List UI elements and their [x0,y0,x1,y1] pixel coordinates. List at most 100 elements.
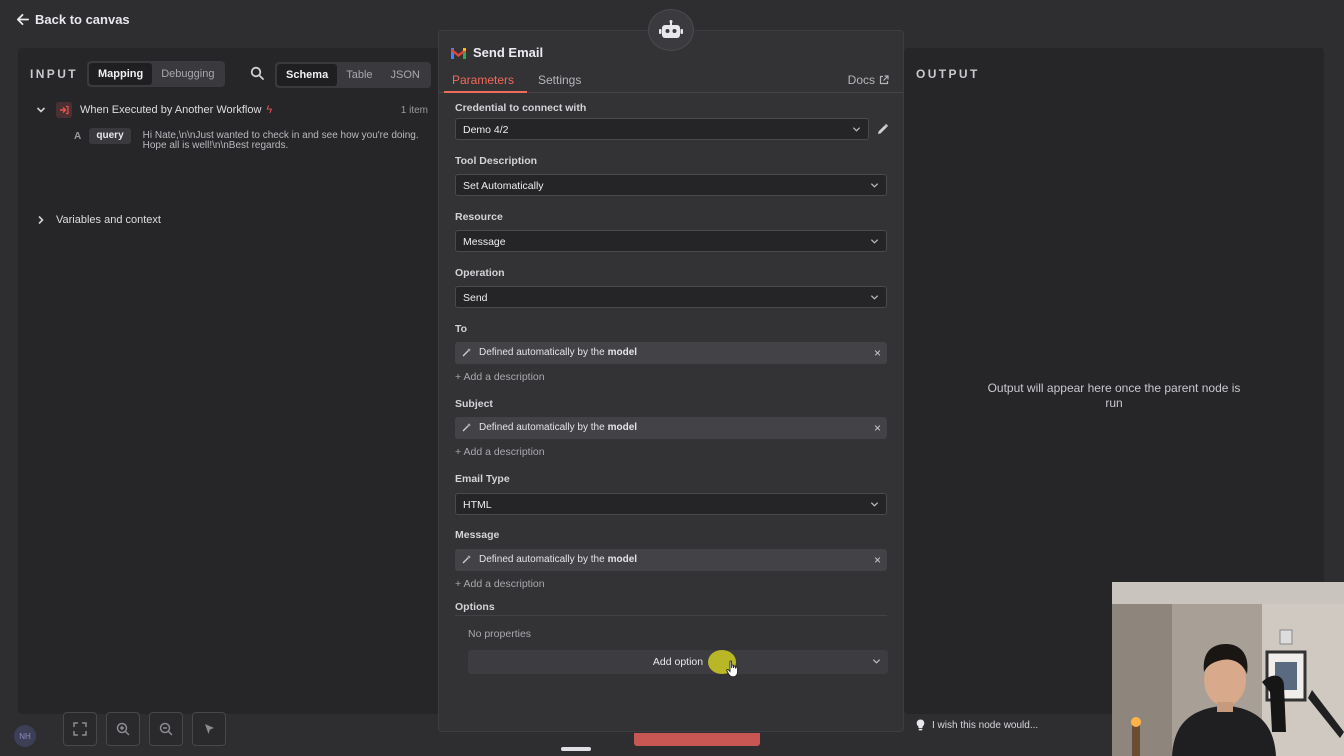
message-auto-bold: model [607,554,638,565]
chevron-down-icon [870,502,879,507]
chevron-down-icon [870,183,879,188]
credential-label: Credential to connect with [455,102,587,114]
subject-add-description[interactable]: + Add a description [455,446,545,458]
item-count: 1 item [400,104,428,116]
input-header: INPUT Mapping Debugging [30,61,226,87]
subject-auto-bold: model [607,422,638,433]
feedback-label: I wish this node would... [932,719,1039,731]
tab-settings[interactable]: Settings [538,73,581,87]
email-type-label: Email Type [455,473,510,485]
tool-description-value: Set Automatically [463,180,544,192]
input-title: INPUT [30,67,78,81]
close-icon[interactable]: × [874,421,881,435]
credential-value: Demo 4/2 [463,124,509,136]
tab-parameters[interactable]: Parameters [452,73,514,87]
search-icon[interactable] [250,66,264,80]
external-link-icon [879,75,889,85]
resize-handle[interactable] [561,747,591,751]
lightbulb-icon [916,719,925,731]
fit-view-button[interactable] [63,712,97,746]
operation-label: Operation [455,267,505,279]
resource-label: Resource [455,211,503,223]
credential-select[interactable]: Demo 4/2 [455,118,869,140]
zoom-out-button[interactable] [149,712,183,746]
node-parameters-panel: Send Email Parameters Settings Docs Cred… [438,30,904,732]
to-label: To [455,323,468,335]
back-to-canvas-button[interactable]: Back to canvas [16,12,130,27]
tidy-up-button[interactable] [192,712,226,746]
active-tab-indicator [444,91,527,93]
gmail-icon [451,47,466,59]
app-window: Back to canvas INPUT Mapping Debugging S… [0,0,1344,756]
operation-select[interactable]: Send [455,286,887,308]
subject-auto-field[interactable]: Defined automatically by the model × [455,417,887,439]
schema-tab[interactable]: Schema [277,64,338,86]
view-toggle: Schema Table JSON [275,62,431,88]
to-auto-text: Defined automatically by the [479,347,605,358]
message-auto-field[interactable]: Defined automatically by the model × [455,549,887,571]
input-panel: INPUT Mapping Debugging Schema Table JSO… [18,48,440,714]
sparkle-icon [462,348,471,357]
output-title: OUTPUT [916,67,980,81]
execute-workflow-icon [56,102,72,118]
message-label: Message [455,529,500,541]
subject-auto-text: Defined automatically by the [479,422,605,433]
to-auto-field[interactable]: Defined automatically by the model × [455,342,887,364]
close-icon[interactable]: × [874,553,881,567]
presenter-video [1112,582,1344,756]
arrow-left-icon [16,13,29,26]
variables-and-context-row[interactable]: Variables and context [36,214,161,226]
chevron-down-icon [872,659,881,664]
query-key[interactable]: query [89,128,131,144]
node-tabs: Parameters Settings [439,71,903,93]
lightning-icon: ϟ [266,104,273,116]
variables-label: Variables and context [56,214,161,226]
ai-agent-robot-icon [648,9,694,51]
add-option-button[interactable]: Add option [468,650,888,678]
query-value: Hi Nate,\n\nJust wanted to check in and … [142,130,419,151]
to-add-description[interactable]: + Add a description [455,371,545,383]
execute-button[interactable] [634,733,760,746]
brush-icon [205,724,214,734]
string-type-icon: A [74,131,82,142]
feedback-link[interactable]: I wish this node would... [916,719,1038,731]
edit-credential-icon[interactable] [876,123,889,136]
no-properties-text: No properties [468,628,532,640]
node-title-text: Send Email [473,45,544,60]
hand-cursor-icon [726,660,738,678]
debugging-tab[interactable]: Debugging [152,63,223,85]
table-tab[interactable]: Table [337,64,381,86]
docs-link[interactable]: Docs [848,73,889,87]
zoom-in-button[interactable] [106,712,140,746]
message-add-description[interactable]: + Add a description [455,578,545,590]
add-option-label: Add option [652,656,704,668]
back-label: Back to canvas [35,12,130,27]
subject-label: Subject [455,398,493,410]
json-tab[interactable]: JSON [382,64,429,86]
mode-toggle: Mapping Debugging [87,61,226,87]
email-type-select[interactable]: HTML [455,493,887,515]
query-field-row[interactable]: A query Hi Nate,\n\nJust wanted to check… [70,128,430,151]
output-empty-message: Output will appear here once the parent … [987,381,1241,410]
email-type-value: HTML [463,499,492,511]
to-auto-bold: model [607,347,638,358]
sparkle-icon [462,555,471,564]
resource-value: Message [463,236,506,248]
chevron-down-icon[interactable] [36,105,46,115]
options-divider [455,615,887,616]
avatar[interactable]: NH [14,725,36,747]
trigger-node-row[interactable]: When Executed by Another Workflow ϟ 1 it… [36,102,428,118]
operation-value: Send [463,292,488,304]
tool-description-select[interactable]: Set Automatically [455,174,887,196]
resource-select[interactable]: Message [455,230,887,252]
trigger-label: When Executed by Another Workflow [80,104,262,116]
node-title: Send Email [451,45,543,60]
chevron-down-icon [870,239,879,244]
docs-label: Docs [847,73,875,87]
tool-description-label: Tool Description [455,155,538,167]
chevron-down-icon [852,127,861,132]
close-icon[interactable]: × [874,346,881,360]
mapping-tab[interactable]: Mapping [89,63,153,85]
options-label: Options [455,601,495,613]
chevron-right-icon [38,215,44,225]
